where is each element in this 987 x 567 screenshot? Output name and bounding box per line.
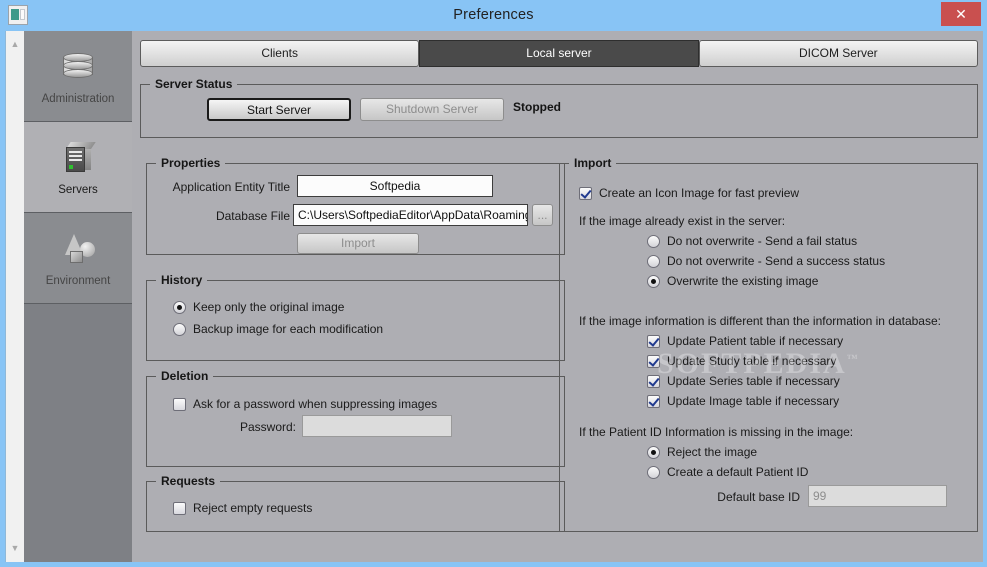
import-group: Import Create an Icon Image for fast pre… — [559, 156, 978, 532]
tab-dicom-server[interactable]: DICOM Server — [698, 40, 978, 67]
radio-icon[interactable] — [647, 445, 660, 459]
properties-caption: Properties — [156, 156, 226, 170]
title-bar: Preferences ✕ — [0, 0, 987, 31]
radio-icon[interactable] — [647, 254, 660, 268]
import-caption: Import — [569, 156, 617, 170]
checkbox-icon[interactable] — [579, 186, 592, 200]
exists-option-overwrite[interactable]: Overwrite the existing image — [647, 274, 818, 288]
password-label: Password: — [239, 420, 296, 434]
history-group: History Keep only the original image Bac… — [146, 273, 565, 361]
exists-option-label: Overwrite the existing image — [667, 274, 819, 288]
missing-option-label: Reject the image — [667, 445, 758, 459]
update-option-label: Update Series table if necessary — [667, 374, 840, 388]
server-status-group: Server Status Start Server Shutdown Serv… — [140, 77, 978, 138]
update-option-label: Update Study table if necessary — [667, 354, 837, 368]
missing-option-create-default[interactable]: Create a default Patient ID — [647, 465, 808, 479]
patient-id-missing-heading: If the Patient ID Information is missing… — [579, 425, 854, 439]
database-file-label: Database File — [215, 209, 290, 223]
ask-password-checkbox-row[interactable]: Ask for a password when suppressing imag… — [173, 397, 437, 411]
radio-icon[interactable] — [173, 322, 186, 336]
radio-icon[interactable] — [647, 274, 660, 288]
aet-input[interactable]: Softpedia — [297, 175, 493, 197]
history-option-label: Backup image for each modification — [193, 322, 384, 336]
ask-password-label: Ask for a password when suppressing imag… — [193, 397, 438, 411]
update-series-table-row[interactable]: Update Series table if necessary — [647, 374, 840, 388]
update-image-table-row[interactable]: Update Image table if necessary — [647, 394, 839, 408]
missing-option-label: Create a default Patient ID — [667, 465, 809, 479]
sidebar-item-label: Administration — [41, 92, 115, 105]
tab-clients[interactable]: Clients — [140, 40, 420, 67]
shapes-icon — [59, 230, 97, 268]
requests-group: Requests Reject empty requests — [146, 474, 565, 532]
aet-label: Application Entity Title — [172, 180, 290, 194]
history-caption: History — [156, 273, 208, 287]
history-option-keep-original[interactable]: Keep only the original image — [173, 300, 344, 314]
default-base-id-input[interactable]: 99 — [808, 485, 947, 507]
sidebar-item-label: Environment — [45, 274, 111, 287]
checkbox-icon[interactable] — [647, 334, 660, 348]
update-patient-table-row[interactable]: Update Patient table if necessary — [647, 334, 843, 348]
deletion-caption: Deletion — [156, 369, 214, 383]
server-status-value: Stopped — [513, 100, 561, 114]
database-icon — [59, 48, 97, 86]
server-icon — [59, 139, 97, 177]
radio-icon[interactable] — [647, 234, 660, 248]
exists-option-success-status[interactable]: Do not overwrite - Send a success status — [647, 254, 885, 268]
exists-option-label: Do not overwrite - Send a fail status — [667, 234, 858, 248]
shutdown-server-button: Shutdown Server — [360, 98, 504, 121]
requests-caption: Requests — [156, 474, 221, 488]
sidebar-item-environment[interactable]: Environment — [24, 213, 132, 304]
create-icon-image-label: Create an Icon Image for fast preview — [599, 186, 800, 200]
tab-local-server[interactable]: Local server — [419, 40, 699, 67]
preferences-window: Preferences ✕ ▲ ▼ Administration Servers… — [0, 0, 987, 567]
radio-icon[interactable] — [647, 465, 660, 479]
radio-icon[interactable] — [173, 300, 186, 314]
checkbox-icon[interactable] — [173, 397, 186, 411]
checkbox-icon[interactable] — [647, 374, 660, 388]
server-status-caption: Server Status — [150, 77, 238, 91]
scroll-up-icon[interactable]: ▲ — [6, 35, 24, 52]
checkbox-icon[interactable] — [647, 394, 660, 408]
scroll-down-icon[interactable]: ▼ — [6, 539, 24, 556]
checkbox-icon[interactable] — [173, 501, 186, 515]
sidebar-empty-area — [24, 304, 132, 562]
sidebar-item-servers[interactable]: Servers — [24, 122, 132, 213]
main-panel: Clients Local server DICOM Server Server… — [132, 31, 983, 562]
create-icon-image-row[interactable]: Create an Icon Image for fast preview — [579, 186, 799, 200]
sidebar-scrollbar[interactable]: ▲ ▼ — [6, 31, 25, 562]
checkbox-icon[interactable] — [647, 354, 660, 368]
image-different-heading: If the image information is different th… — [579, 314, 941, 328]
database-file-input[interactable]: C:\Users\SoftpediaEditor\AppData\Roaming… — [293, 204, 528, 226]
password-input[interactable] — [302, 415, 452, 437]
missing-option-reject[interactable]: Reject the image — [647, 445, 757, 459]
history-option-label: Keep only the original image — [193, 300, 345, 314]
window-title: Preferences — [453, 7, 534, 23]
import-button: Import — [297, 233, 419, 254]
close-button[interactable]: ✕ — [941, 2, 981, 26]
reject-empty-requests-label: Reject empty requests — [193, 501, 313, 515]
browse-database-button[interactable]: ... — [532, 204, 553, 226]
image-exists-heading: If the image already exist in the server… — [579, 214, 786, 228]
update-option-label: Update Image table if necessary — [667, 394, 840, 408]
update-study-table-row[interactable]: Update Study table if necessary — [647, 354, 836, 368]
sidebar-item-administration[interactable]: Administration — [24, 31, 132, 122]
update-option-label: Update Patient table if necessary — [667, 334, 844, 348]
exists-option-fail-status[interactable]: Do not overwrite - Send a fail status — [647, 234, 857, 248]
sidebar: Administration Servers Environment — [24, 31, 132, 562]
sidebar-item-label: Servers — [58, 183, 98, 196]
tab-bar: Clients Local server DICOM Server — [140, 40, 978, 67]
reject-empty-requests-row[interactable]: Reject empty requests — [173, 501, 312, 515]
client-area: ▲ ▼ Administration Servers Environment C… — [5, 31, 983, 562]
default-base-id-label: Default base ID — [717, 490, 800, 504]
exists-option-label: Do not overwrite - Send a success status — [667, 254, 886, 268]
start-server-button[interactable]: Start Server — [207, 98, 351, 121]
properties-group: Properties Application Entity Title Soft… — [146, 156, 565, 255]
deletion-group: Deletion Ask for a password when suppres… — [146, 369, 565, 467]
history-option-backup-each[interactable]: Backup image for each modification — [173, 322, 383, 336]
